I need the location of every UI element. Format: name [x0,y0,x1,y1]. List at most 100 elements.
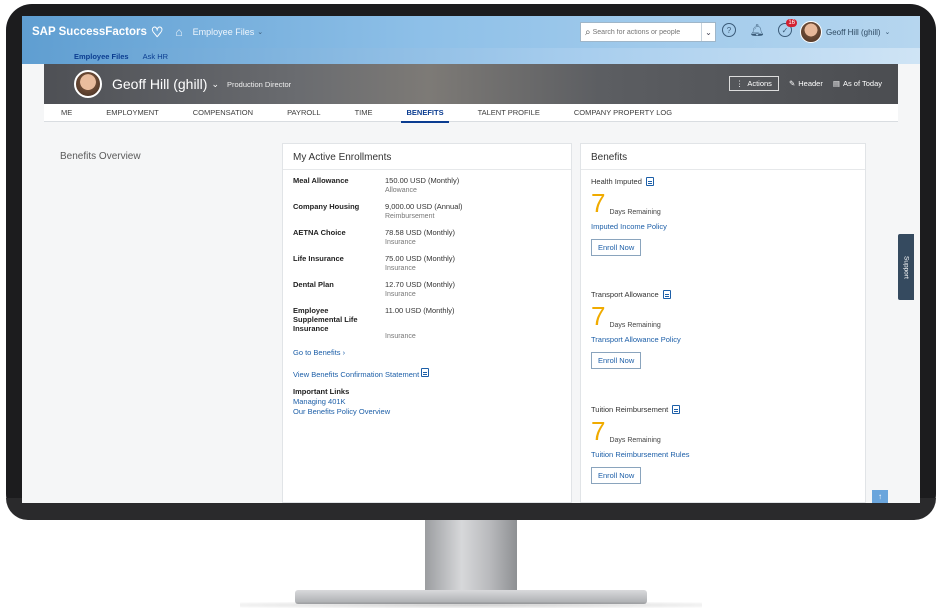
benefits-policy-overview-link[interactable]: Our Benefits Policy Overview [293,407,390,416]
monitor-stand-neck [425,520,517,592]
employee-header: Geoff Hill (ghill) ⌄ Production Director… [44,64,898,104]
enroll-now-button[interactable]: Enroll Now [591,239,642,256]
heart-icon: ♡ [150,23,164,40]
policy-link[interactable]: Tuition Reimbursement Rules [591,450,690,459]
user-name: Geoff Hill (ghill) [826,27,881,37]
shell-menu[interactable]: Employee Files ⌄ [193,27,263,37]
enrollment-label: Dental Plan [293,280,334,289]
go-to-benefits-link[interactable]: Go to Benefits › [293,348,345,357]
document-icon [421,368,430,377]
enrollment-row: Meal Allowance 150.00 USD (Monthly) Allow… [293,176,459,196]
enrollment-type: Insurance [385,265,416,272]
as-of-today-button[interactable]: ▤ As of Today [833,79,882,88]
go-to-benefits-label: Go to Benefits [293,348,341,357]
chevron-down-icon: ⌄ [884,29,891,36]
support-tab[interactable]: Support [898,234,914,300]
tab-compensation[interactable]: COMPENSATION [176,104,270,122]
enrollment-value: 12.70 USD (Monthly) Insurance [385,280,455,300]
profile-tabs: ME EMPLOYMENT COMPENSATION PAYROLL TIME … [44,104,898,123]
arrow-up-icon: ↑ [878,492,882,501]
brand-name: SAP SuccessFactors [32,26,147,38]
enrollment-value: 78.58 USD (Monthly) Insurance [385,228,455,248]
enrollment-amount: 150.00 USD (Monthly) [385,176,460,185]
search-box: ⌕ ⌄ [580,22,716,42]
notification-badge: 16 [786,19,797,27]
more-vertical-icon: ⋮ [735,79,744,88]
enrollment-label: AETNA Choice [293,228,346,237]
subnav-ask-hr[interactable]: Ask HR [143,52,168,61]
enrollment-amount: 9,000.00 USD (Annual) [385,202,463,211]
benefit-title-text: Transport Allowance [591,290,659,299]
enroll-now-button[interactable]: Enroll Now [591,467,642,484]
shell-menu-label: Employee Files [192,27,255,37]
actions-label: Actions [747,79,772,88]
enrollment-value: 75.00 USD (Monthly) Insurance [385,254,455,274]
benefit-title: Health Imputed [591,177,667,186]
avatar [800,21,822,43]
tab-talent-profile[interactable]: TALENT PROFILE [461,104,557,122]
document-icon[interactable] [672,405,681,414]
scroll-to-top-button[interactable]: ↑ [872,490,888,503]
important-links-title: Important Links [293,387,350,396]
enrollment-type: Allowance [385,187,417,194]
enrollment-amount: 12.70 USD (Monthly) [385,280,456,289]
search-icon: ⌕ [585,26,591,38]
days-label: Days Remaining [609,209,661,216]
enrollment-type: Insurance [385,239,416,246]
card-title: Benefits [581,144,865,170]
screen: SAP SuccessFactors ♡ ⌂ Employee Files ⌄ … [22,16,920,503]
shell-bar: SAP SuccessFactors ♡ ⌂ Employee Files ⌄ … [22,16,920,48]
tab-me[interactable]: ME [44,104,89,122]
enrollment-label: Life Insurance [293,254,344,263]
tab-time[interactable]: TIME [338,104,390,122]
as-of-label: As of Today [842,79,882,88]
tab-benefits[interactable]: BENEFITS [389,104,460,123]
chevron-down-icon[interactable]: ⌄ [211,79,219,90]
header-button[interactable]: ✎ Header [789,79,823,88]
document-icon[interactable] [645,177,654,186]
document-icon[interactable] [662,290,671,299]
benefits-card: Benefits Health Imputed 7 Days Remaining … [580,143,866,503]
days-count: 7 [591,416,606,446]
tab-company-property-log[interactable]: COMPANY PROPERTY LOG [557,104,689,122]
employee-name: Geoff Hill (ghill) [112,76,208,92]
subnav-employee-files[interactable]: Employee Files [74,52,129,61]
help-icon[interactable]: ? [722,23,736,37]
days-remaining: 7 Days Remaining [591,190,667,216]
policy-link[interactable]: Transport Allowance Policy [591,335,681,344]
policy-link[interactable]: Imputed Income Policy [591,222,667,231]
pencil-icon: ✎ [788,79,796,88]
enrollment-amount: 75.00 USD (Monthly) [385,254,456,263]
search-scope-dropdown[interactable]: ⌄ [701,23,715,41]
benefit-title: Transport Allowance [591,290,681,299]
benefit-section-tuition-reimbursement: Tuition Reimbursement 7 Days Remaining Tu… [591,405,690,484]
enrollment-label: Employee Supplemental Life Insurance [293,306,358,333]
benefit-title-text: Tuition Reimbursement [591,405,669,414]
home-icon[interactable]: ⌂ [175,25,182,39]
actions-button[interactable]: ⋮ Actions [728,76,779,91]
desktop-monitor: SAP SuccessFactors ♡ ⌂ Employee Files ⌄ … [0,0,941,608]
managing-401k-link[interactable]: Managing 401K [293,397,346,406]
brand-logo[interactable]: SAP SuccessFactors ♡ [32,24,163,41]
chevron-right-icon: › [342,348,346,357]
benefit-title: Tuition Reimbursement [591,405,690,414]
days-label: Days Remaining [609,437,661,444]
days-remaining: 7 Days Remaining [591,303,681,329]
enrollment-row: AETNA Choice 78.58 USD (Monthly) Insuranc… [293,228,455,248]
tab-payroll[interactable]: PAYROLL [270,104,338,122]
notifications-icon[interactable]: ✓ 16 [778,19,797,37]
user-menu[interactable]: Geoff Hill (ghill) ⌄ [800,21,890,43]
tab-employment[interactable]: EMPLOYMENT [89,104,176,122]
bell-icon[interactable]: 🔔︎ [749,23,764,37]
header-label: Header [798,79,823,88]
enroll-now-button[interactable]: Enroll Now [591,352,642,369]
benefit-section-health-imputed: Health Imputed 7 Days Remaining Imputed I… [591,177,667,256]
employee-avatar [74,70,102,98]
search-input[interactable] [592,28,693,36]
benefits-overview-title: Benefits Overview [60,151,141,162]
confirmation-statement-link[interactable]: View Benefits Confirmation Statement [293,368,430,379]
shell-icons: ? 🔔︎ ✓ 16 [722,19,797,37]
enrollment-label: Meal Allowance [293,176,349,185]
confirmation-statement-label: View Benefits Confirmation Statement [293,370,420,379]
enrollment-row: Dental Plan 12.70 USD (Monthly) Insurance [293,280,455,300]
